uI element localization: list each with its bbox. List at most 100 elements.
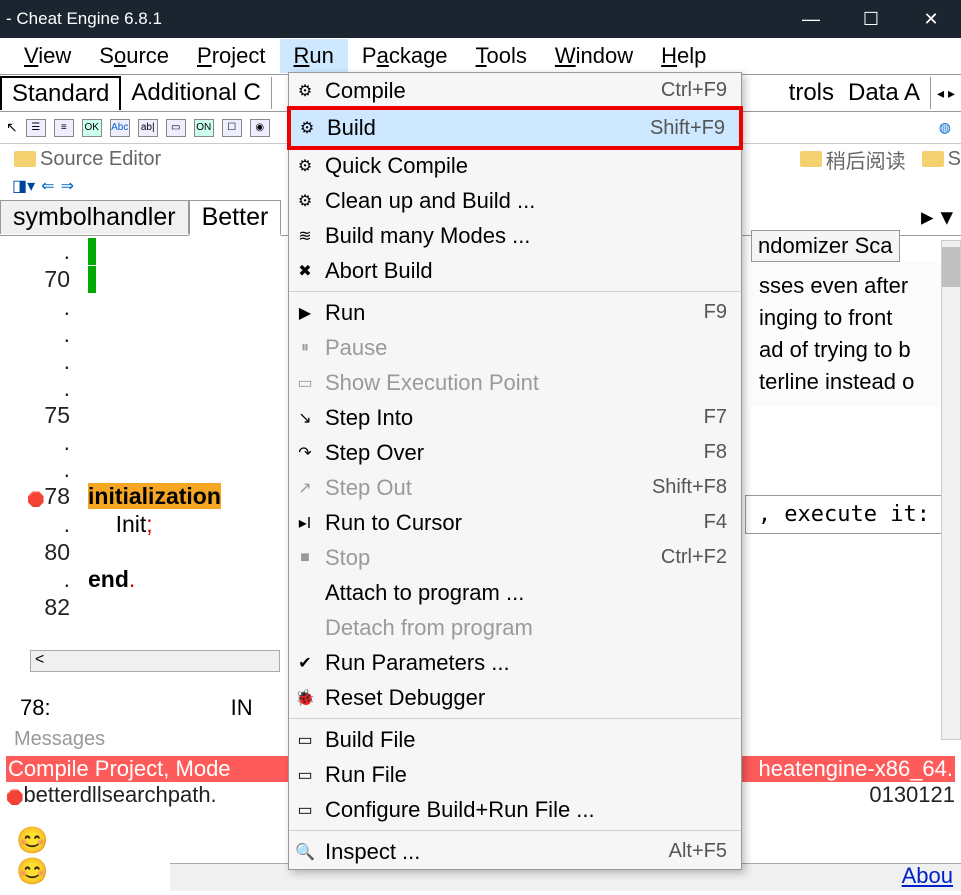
menu-icon: ▸I <box>295 513 315 533</box>
about-link[interactable]: Abou <box>902 863 953 889</box>
menu-label: Configure Build+Run File ... <box>325 797 717 823</box>
folder-icon <box>922 151 944 167</box>
menu-item-run-parameters-[interactable]: ✔ Run Parameters ... <box>289 645 741 680</box>
filetab-symbolhandler[interactable]: symbolhandler <box>0 200 189 234</box>
menu-accelerator: F9 <box>704 301 727 324</box>
menu-label: Step Into <box>325 405 694 431</box>
palette-item[interactable]: ☰ <box>26 119 46 137</box>
nav-back-icon[interactable]: ⇐ <box>41 176 54 196</box>
menu-item-compile[interactable]: ⚙CompileCtrl+F9 <box>289 73 741 108</box>
menu-item-detach-from-program: Detach from program <box>289 610 741 645</box>
bookmark-s[interactable]: S <box>922 148 961 171</box>
messages-title: Messages <box>14 728 105 751</box>
error-icon: 🛑 <box>6 789 23 805</box>
menu-label: Pause <box>325 335 717 361</box>
menu-tools[interactable]: Tools <box>462 39 541 73</box>
menu-icon: ▭ <box>295 800 315 820</box>
palette-item[interactable]: ☐ <box>222 119 242 137</box>
tab-standard[interactable]: Standard <box>0 76 121 110</box>
menu-label: Build <box>327 115 640 141</box>
menu-package[interactable]: Package <box>348 39 462 73</box>
status-col: IN <box>231 695 253 721</box>
menu-icon: ⚙ <box>297 118 317 138</box>
menu-icon: ▶ <box>295 303 315 323</box>
text-line: ad of trying to b <box>759 334 953 366</box>
menu-item-reset-debugger[interactable]: 🐞 Reset Debugger <box>289 680 741 715</box>
close-button[interactable]: ✕ <box>901 0 961 38</box>
menu-icon: ⚙ <box>295 81 315 101</box>
menu-source[interactable]: Source <box>85 39 183 73</box>
line-number: 78 <box>44 483 70 509</box>
nav-fwd-icon[interactable]: ⇒ <box>61 176 74 196</box>
text-line: sses even after <box>759 270 953 302</box>
menu-icon: ↷ <box>295 443 315 463</box>
menu-item-step-into[interactable]: ↘Step IntoF7 <box>289 400 741 435</box>
menu-icon: ⏸ <box>295 339 315 357</box>
menu-item-attach-to-program-[interactable]: Attach to program ... <box>289 575 741 610</box>
menu-label: Build File <box>325 727 717 753</box>
tab-scroll[interactable]: ◂ ▸ <box>931 85 961 102</box>
menu-accelerator: F7 <box>704 406 727 429</box>
text-line: inging to front <box>759 302 953 334</box>
menu-item-clean-up-and-build-[interactable]: ⚙ Clean up and Build ... <box>289 183 741 218</box>
menu-window[interactable]: Window <box>541 39 647 73</box>
palette-item[interactable]: ≡ <box>54 119 74 137</box>
menu-label: Run Parameters ... <box>325 650 717 676</box>
menu-project[interactable]: Project <box>183 39 279 73</box>
menu-label: Reset Debugger <box>325 685 717 711</box>
menu-item-show-execution-point: ▭Show Execution Point <box>289 365 741 400</box>
maximize-button[interactable]: ☐ <box>841 0 901 38</box>
menu-item-run-to-cursor[interactable]: ▸IRun to CursorF4 <box>289 505 741 540</box>
menu-view[interactable]: View <box>10 39 85 73</box>
vertical-scrollbar[interactable] <box>941 240 961 740</box>
right-tab[interactable]: ndomizer Sca <box>751 230 900 262</box>
menu-item-build[interactable]: ⚙BuildShift+F9 <box>287 106 743 150</box>
menu-item-stop: ■StopCtrl+F2 <box>289 540 741 575</box>
menu-icon: ⚙ <box>295 191 315 211</box>
menu-label: Abort Build <box>325 258 717 284</box>
folder-icon <box>14 151 36 167</box>
menu-item-inspect-[interactable]: 🔍Inspect ...Alt+F5 <box>289 834 741 869</box>
tab-dropdown-icon[interactable]: ▸ ▾ <box>913 202 961 232</box>
line-number: 70 <box>18 266 78 294</box>
minimize-button[interactable]: — <box>781 0 841 38</box>
menu-label: Step Out <box>325 475 642 501</box>
palette-item[interactable]: ▭ <box>166 119 186 137</box>
menu-label: Quick Compile <box>325 153 717 179</box>
menu-item-quick-compile[interactable]: ⚙Quick Compile <box>289 148 741 183</box>
palette-item[interactable]: ◉ <box>250 119 270 137</box>
menu-item-step-over[interactable]: ↷Step OverF8 <box>289 435 741 470</box>
tab-controls[interactable]: trols <box>785 79 838 107</box>
dropdown-icon[interactable]: ◨▾ <box>12 176 35 196</box>
menu-icon: ✔ <box>295 653 315 673</box>
horizontal-scrollbar[interactable]: < <box>30 650 280 672</box>
right-content: sses even after inging to front ad of tr… <box>751 262 961 406</box>
menu-icon: 🐞 <box>295 688 315 708</box>
palette-item[interactable]: OK <box>82 119 102 137</box>
palette-config-icon[interactable]: ◍ <box>939 119 961 136</box>
menu-item-run-file[interactable]: ▭Run File <box>289 757 741 792</box>
palette-item[interactable]: ab| <box>138 119 158 137</box>
palette-item[interactable]: ON <box>194 119 214 137</box>
text-line: terline instead o <box>759 366 953 398</box>
menu-icon: ■ <box>295 549 315 567</box>
menu-icon: 🔍 <box>295 842 315 862</box>
bookmark-source[interactable]: Source Editor <box>14 148 161 171</box>
tab-data[interactable]: Data A <box>838 77 931 109</box>
pointer-icon[interactable]: ↖ <box>6 119 18 136</box>
menu-item-abort-build[interactable]: ✖Abort Build <box>289 253 741 288</box>
menu-run[interactable]: Run <box>280 39 348 73</box>
menu-help[interactable]: Help <box>647 39 720 73</box>
filetab-better[interactable]: Better <box>189 200 282 236</box>
menu-label: Clean up and Build ... <box>325 188 717 214</box>
menu-item-configure-build-run-file-[interactable]: ▭ Configure Build+Run File ... <box>289 792 741 827</box>
menu-item-run[interactable]: ▶RunF9 <box>289 295 741 330</box>
menu-item-build-file[interactable]: ▭ Build File <box>289 722 741 757</box>
bookmark-readlater[interactable]: 稍后阅读 <box>800 145 906 174</box>
title-bar: - Cheat Engine 6.8.1 — ☐ ✕ <box>0 0 961 38</box>
palette-item[interactable]: Abc <box>110 119 130 137</box>
menu-item-build-many-modes-[interactable]: ≋Build many Modes ... <box>289 218 741 253</box>
menu-icon: ▭ <box>295 730 315 750</box>
menu-bar: View Source Project Run Package Tools Wi… <box>0 38 961 74</box>
tab-additional[interactable]: Additional C <box>121 77 271 109</box>
